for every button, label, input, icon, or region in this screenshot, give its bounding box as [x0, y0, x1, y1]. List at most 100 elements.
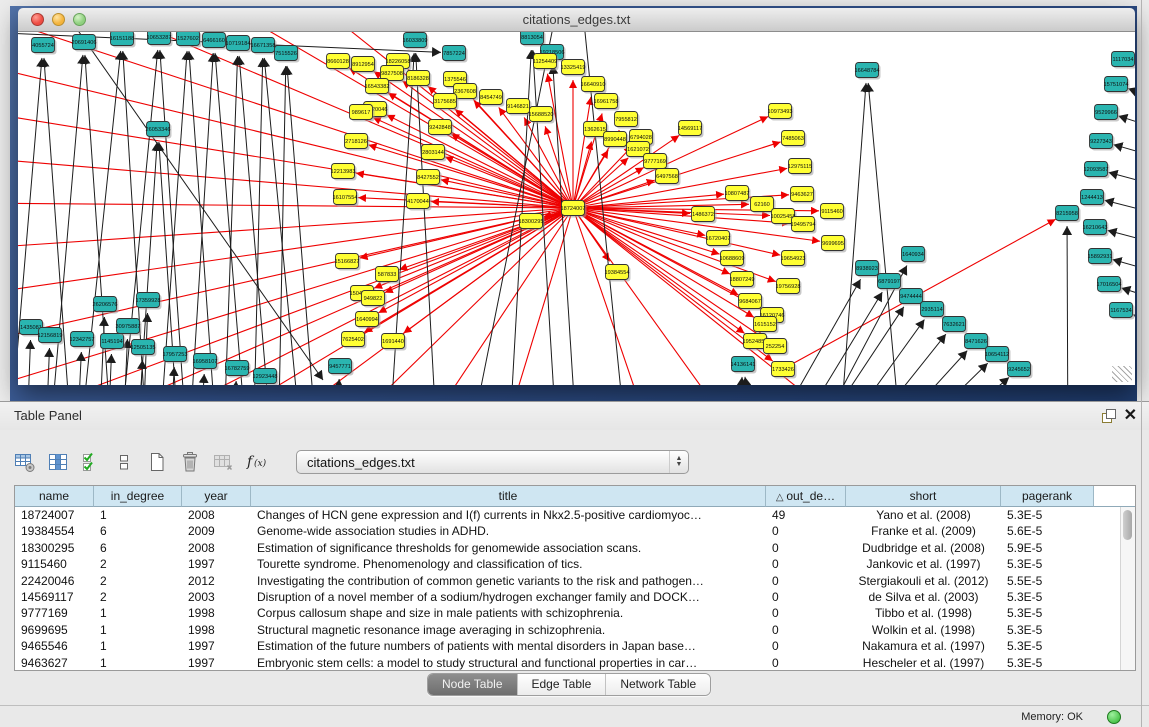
graph-node[interactable]: 587833: [376, 267, 401, 284]
table-row[interactable]: 1456911722003Disruption of a novel membe…: [15, 589, 1135, 605]
graph-node[interactable]: 2803144: [422, 145, 447, 162]
graph-node[interactable]: 18807249: [730, 272, 756, 289]
graph-node[interactable]: 8186328: [407, 71, 432, 88]
column-header-in_degree[interactable]: in_degree: [94, 486, 182, 507]
graph-node[interactable]: 18300295: [519, 214, 545, 231]
graph-node[interactable]: 12213983: [331, 164, 357, 181]
column-header-title[interactable]: title: [251, 486, 766, 507]
select-rows-icon[interactable]: [80, 450, 102, 474]
graph-node[interactable]: 1615152: [754, 317, 779, 334]
graph-node[interactable]: 1117034: [1112, 52, 1136, 69]
graph-node[interactable]: 9245652: [1008, 362, 1033, 379]
graph-node[interactable]: 1486372: [692, 207, 717, 224]
graph-node[interactable]: 2935114: [921, 302, 946, 319]
graph-node[interactable]: 16151188: [110, 32, 136, 48]
window-titlebar[interactable]: citations_edges.txt: [18, 8, 1135, 32]
table-row[interactable]: 1872400712008Changes of HCN gene express…: [15, 507, 1135, 523]
table-select-dropdown[interactable]: citations_edges.txt ▲▼: [296, 450, 689, 474]
graph-node[interactable]: 7632621: [943, 317, 968, 334]
graph-node[interactable]: 9227343: [1090, 134, 1115, 151]
tab-network-table[interactable]: Network Table: [606, 674, 710, 695]
graph-node[interactable]: 3175685: [434, 94, 459, 111]
network-canvas[interactable]: 18724007 4055724 20691406 16151188 10653287 1…: [18, 32, 1135, 385]
table-row[interactable]: 969969511998Structural magnetic resonanc…: [15, 622, 1135, 638]
graph-node[interactable]: 12975115: [788, 159, 814, 176]
function-builder-icon[interactable]: f (x): [245, 450, 271, 474]
graph-node[interactable]: 9684067: [739, 294, 764, 311]
delete-table-icon[interactable]: [179, 450, 201, 474]
graph-node[interactable]: 8427552: [417, 170, 442, 187]
column-header-pagerank[interactable]: pagerank: [1001, 486, 1094, 507]
graph-node[interactable]: 10719184: [226, 36, 252, 53]
graph-node[interactable]: 19384554: [605, 265, 631, 282]
graph-node[interactable]: 15688520: [529, 107, 555, 124]
graph-node[interactable]: 12342757: [70, 332, 96, 349]
graph-node[interactable]: 7857224: [443, 46, 468, 63]
column-header-year[interactable]: year: [182, 486, 251, 507]
graph-node[interactable]: 16961758: [594, 94, 620, 111]
graph-node[interactable]: 949822: [362, 291, 387, 308]
graph-node[interactable]: 252254: [764, 339, 789, 356]
graph-node[interactable]: 11254409: [533, 54, 559, 71]
graph-node[interactable]: 4055724: [32, 38, 57, 55]
column-header-short[interactable]: short: [846, 486, 1001, 507]
graph-node[interactable]: 10688609: [720, 251, 746, 268]
graph-node[interactable]: 9457771: [329, 359, 354, 376]
table-row[interactable]: 1830029562008Estimation of significance …: [15, 540, 1135, 556]
graph-node[interactable]: 1640934: [902, 247, 927, 264]
graph-node[interactable]: 1733426: [772, 362, 797, 379]
graph-node[interactable]: 18724007: [561, 201, 587, 218]
graph-node[interactable]: 30975887: [116, 319, 142, 336]
table-row[interactable]: 1938455462009Genome-wide association stu…: [15, 523, 1135, 539]
graph-node[interactable]: 8660128: [327, 54, 352, 71]
graph-node[interactable]: 19654923: [781, 251, 807, 268]
graph-node[interactable]: 15892931: [1088, 249, 1114, 266]
graph-node[interactable]: 26053346: [146, 122, 172, 139]
graph-node[interactable]: 16033809: [403, 33, 429, 50]
graph-node[interactable]: 10653287: [147, 32, 173, 47]
rows-icon[interactable]: [113, 450, 135, 474]
graph-node[interactable]: 8454749: [480, 90, 505, 107]
graph-node[interactable]: 7515526: [275, 46, 300, 63]
resize-grip-icon[interactable]: [1112, 366, 1132, 382]
graph-node[interactable]: 8912954: [352, 57, 377, 74]
graph-node[interactable]: 1640994: [356, 312, 381, 329]
tab-node-table[interactable]: Node Table: [428, 674, 518, 695]
table-row[interactable]: 2242004622012Investigating the contribut…: [15, 573, 1135, 589]
graph-node[interactable]: 8938923: [856, 261, 881, 278]
graph-node[interactable]: 17359928: [136, 293, 162, 310]
graph-node[interactable]: 16543382: [365, 79, 391, 96]
column-header-name[interactable]: name: [15, 486, 94, 507]
memory-status-led[interactable]: [1107, 710, 1121, 724]
graph-node[interactable]: 9242848: [429, 120, 454, 137]
graph-node[interactable]: 16958107: [193, 354, 219, 371]
column-selector-icon[interactable]: [47, 450, 69, 474]
graph-node[interactable]: 16671358: [251, 38, 277, 55]
column-header-out_de[interactable]: △ out_de…: [766, 486, 846, 507]
table-settings-icon[interactable]: [14, 450, 36, 474]
graph-node[interactable]: 16648784: [855, 63, 881, 80]
graph-node[interactable]: 16210643: [1083, 220, 1109, 237]
graph-node[interactable]: 8990448: [604, 132, 629, 149]
graph-node[interactable]: 7955812: [615, 112, 640, 129]
graph-node[interactable]: 1244413: [1081, 190, 1106, 207]
graph-node[interactable]: 16107554: [333, 190, 359, 207]
graph-node[interactable]: 10807487: [725, 186, 751, 203]
graph-node[interactable]: 9115460: [821, 204, 846, 221]
graph-node[interactable]: 16782759: [225, 361, 251, 378]
graph-node[interactable]: 12093587: [1084, 162, 1110, 179]
graph-node[interactable]: 20691406: [72, 35, 98, 52]
graph-node[interactable]: 17016504: [1097, 277, 1123, 294]
graph-node[interactable]: 1691440: [382, 334, 407, 351]
scrollbar-thumb[interactable]: [1123, 510, 1132, 540]
graph-node[interactable]: 15751074: [1104, 77, 1130, 94]
graph-node[interactable]: 19495794: [791, 217, 817, 234]
graph-node[interactable]: 16720407: [706, 231, 732, 248]
graph-node[interactable]: 7485063: [782, 131, 807, 148]
graph-node[interactable]: 14569117: [678, 121, 704, 138]
graph-node[interactable]: 17957253: [163, 347, 189, 364]
graph-node[interactable]: 12505135: [131, 340, 157, 357]
graph-node[interactable]: 989617: [350, 105, 375, 122]
table-scrollbar[interactable]: [1120, 507, 1135, 670]
table-row[interactable]: 911546021997Tourette syndrome. Phenomeno…: [15, 556, 1135, 572]
